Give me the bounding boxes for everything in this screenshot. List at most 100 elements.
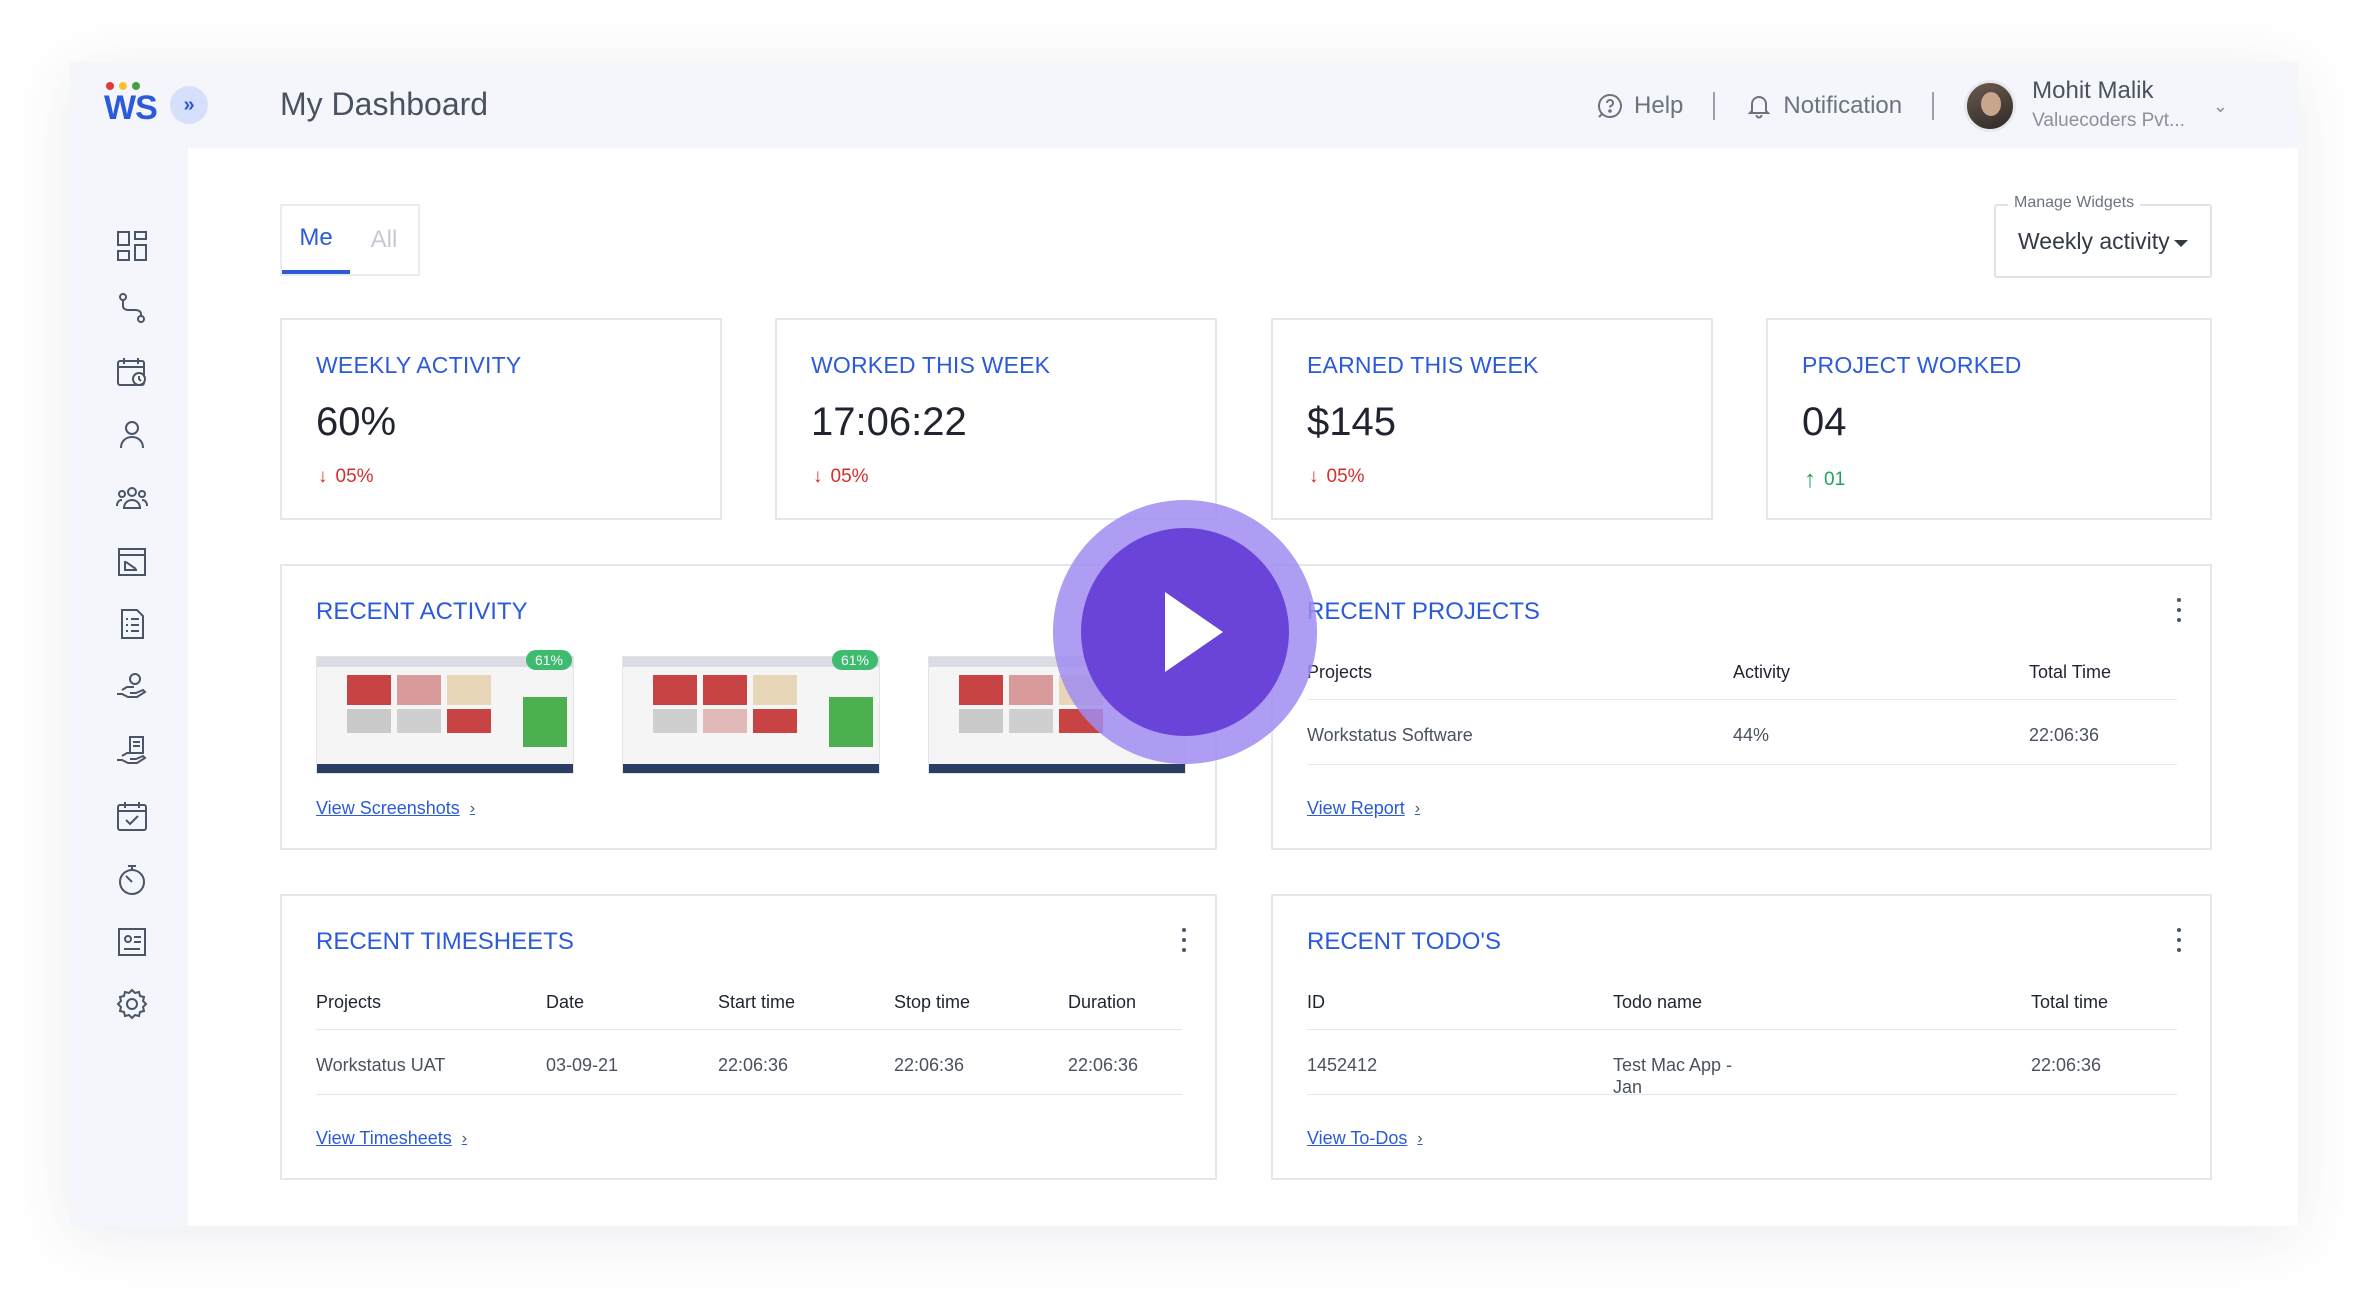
header-divider	[1932, 92, 1935, 120]
table-divider	[1307, 764, 2177, 765]
stat-title: EARNED THIS WEEK	[1307, 352, 1539, 378]
top-header: WS » My Dashboard Help Notification Mohi…	[70, 62, 2298, 148]
notification-button[interactable]: Notification	[1745, 92, 1902, 120]
stat-title: WORKED THIS WEEK	[811, 352, 1051, 378]
stat-change: ↓ 05%	[1309, 466, 1365, 488]
stat-change-value: 05%	[830, 466, 869, 487]
stat-change-value: 01	[1824, 469, 1846, 490]
app-logo[interactable]: WS	[104, 82, 164, 132]
table-cell: 22:06:36	[1068, 1055, 1139, 1075]
user-icon[interactable]	[114, 416, 150, 452]
view-todos-link[interactable]: View To-Dos ›	[1307, 1128, 1423, 1149]
stat-title: PROJECT WORKED	[1802, 352, 2022, 378]
stat-card-worked-this-week: WORKED THIS WEEK 17:06:22 ↓ 05%	[775, 318, 1217, 520]
table-cell: Test Mac App - Jan	[1613, 1055, 1733, 1097]
table-cell: 44%	[1733, 725, 1770, 745]
manage-widgets-label: Manage Widgets	[2008, 194, 2141, 212]
more-options-icon[interactable]	[2176, 598, 2182, 622]
column-header: Date	[546, 992, 585, 1012]
tab-me[interactable]: Me	[282, 206, 350, 274]
help-label: Help	[1634, 92, 1684, 119]
user-name: Mohit Malik	[2032, 77, 2154, 104]
panel-title: RECENT PROJECTS	[1307, 598, 1540, 625]
stat-value: 17:06:22	[811, 400, 967, 444]
team-icon[interactable]	[114, 480, 150, 516]
column-header: Todo name	[1613, 992, 1703, 1012]
timer-icon[interactable]	[114, 862, 150, 898]
scope-tabs: Me All	[280, 204, 420, 276]
report-list-icon[interactable]	[114, 606, 150, 642]
manage-widgets-value: Weekly activity	[2018, 228, 2170, 254]
arrow-down-icon: ↓	[318, 466, 328, 487]
table-divider	[316, 1029, 1182, 1030]
view-report-label: View Report	[1307, 798, 1405, 818]
help-button[interactable]: Help	[1596, 92, 1683, 120]
stat-card-earned-this-week: EARNED THIS WEEK $145 ↓ 05%	[1271, 318, 1713, 520]
column-header: Duration	[1068, 992, 1137, 1012]
stat-change: ↓ 05%	[318, 466, 374, 488]
chevron-right-icon: ›	[1414, 799, 1421, 817]
column-header: Stop time	[894, 992, 971, 1012]
route-icon[interactable]	[114, 290, 150, 326]
table-cell: 1452412	[1307, 1055, 1378, 1075]
recent-todos-panel: RECENT TODO'S ID Todo name Total time 14…	[1271, 894, 2212, 1180]
screenshot-thumbnail[interactable]	[316, 656, 574, 774]
more-options-icon[interactable]	[2176, 928, 2182, 952]
activity-badge: 61%	[526, 650, 572, 670]
arrow-down-icon: ↓	[813, 466, 823, 487]
table-divider	[1307, 1029, 2177, 1030]
hand-coin-icon[interactable]	[114, 670, 150, 706]
arrow-down-icon: ↓	[1309, 466, 1319, 487]
notification-label: Notification	[1783, 92, 1903, 119]
chevron-down-icon[interactable]: ⌄	[2213, 96, 2228, 117]
panel-title: RECENT ACTIVITY	[316, 598, 528, 625]
column-header: Projects	[316, 992, 382, 1012]
stat-title: WEEKLY ACTIVITY	[316, 352, 522, 378]
hand-invoice-icon[interactable]	[114, 734, 150, 770]
column-header: Activity	[1733, 662, 1791, 682]
play-icon	[1165, 592, 1223, 672]
sidebar	[70, 148, 188, 1226]
user-menu[interactable]: Mohit Malik Valuecoders Pvt...	[2032, 76, 2185, 136]
tab-all[interactable]: All	[350, 206, 418, 274]
chevron-right-icon: ›	[1417, 1129, 1423, 1147]
view-timesheets-link[interactable]: View Timesheets ›	[316, 1128, 467, 1149]
table-cell: 22:06:36	[2029, 725, 2100, 745]
more-options-icon[interactable]	[1181, 928, 1187, 952]
manage-widgets-select[interactable]: Manage Widgets Weekly activity	[1994, 194, 2212, 278]
table-cell: 22:06:36	[718, 1055, 789, 1075]
stat-change-value: 05%	[1326, 466, 1365, 487]
chevron-right-icon: ›	[461, 1129, 468, 1147]
expand-sidebar-button[interactable]: »	[170, 86, 208, 124]
settings-icon[interactable]	[114, 986, 150, 1022]
avatar[interactable]	[1964, 80, 2017, 132]
dashboard-icon[interactable]	[114, 228, 150, 264]
column-header: Total Time	[2029, 662, 2112, 682]
logo-text: WS	[104, 89, 158, 127]
stat-value: 60%	[316, 400, 397, 444]
chevron-right-icon: ›	[469, 799, 476, 817]
table-cell: 03-09-21	[546, 1055, 619, 1075]
panel-title: RECENT TIMESHEETS	[316, 928, 574, 955]
bell-icon	[1747, 96, 1771, 119]
arrow-up-icon: ↑	[1804, 466, 1816, 493]
column-header: Start time	[718, 992, 796, 1012]
table-cell: 22:06:36	[2031, 1055, 2102, 1075]
stat-value: 04	[1802, 400, 1847, 444]
view-screenshots-link[interactable]: View Screenshots ›	[316, 798, 475, 819]
panel-title: RECENT TODO'S	[1307, 928, 1501, 955]
play-video-button[interactable]	[1053, 500, 1317, 764]
calendar-clock-icon[interactable]	[114, 354, 150, 390]
stat-card-weekly-activity: WEEKLY ACTIVITY 60% ↓ 05%	[280, 318, 722, 520]
screenshot-thumbnail[interactable]	[622, 656, 880, 774]
header-divider	[1713, 92, 1716, 120]
caret-down-icon	[2174, 240, 2188, 247]
recent-projects-panel: RECENT PROJECTS Projects Activity Total …	[1271, 564, 2212, 850]
browser-chart-icon[interactable]	[114, 544, 150, 580]
help-icon	[1598, 93, 1622, 118]
recent-timesheets-panel: RECENT TIMESHEETS Projects Date Start ti…	[280, 894, 1217, 1180]
view-report-link[interactable]: View Report ›	[1307, 798, 1420, 819]
id-card-icon[interactable]	[114, 924, 150, 960]
calendar-check-icon[interactable]	[114, 798, 150, 834]
header-actions: Help Notification Mohit Malik Valuecoder…	[1596, 76, 2228, 136]
